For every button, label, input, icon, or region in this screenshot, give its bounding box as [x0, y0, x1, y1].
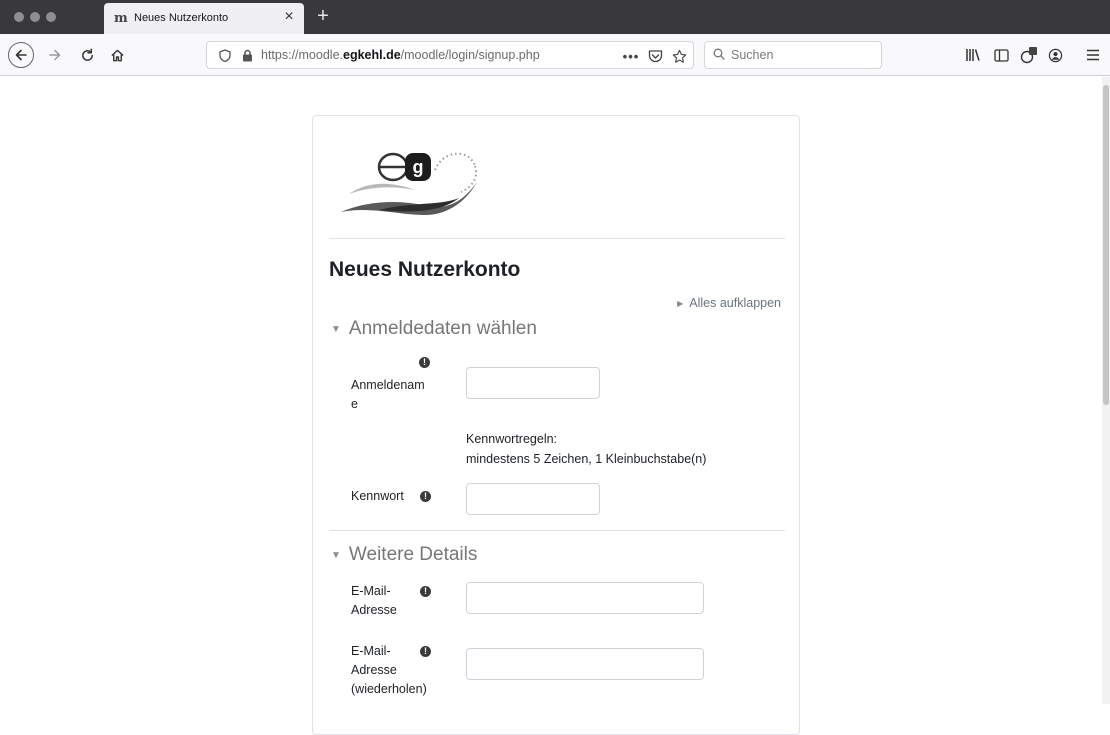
email-repeat-input[interactable]: [466, 648, 704, 680]
pocket-icon[interactable]: [645, 46, 665, 66]
reload-button[interactable]: [74, 42, 100, 68]
url-bar[interactable]: https://moodle.egkehl.de/moodle/login/si…: [206, 41, 694, 69]
arrow-right-icon: [49, 49, 61, 61]
required-icon[interactable]: !: [419, 357, 430, 368]
username-input[interactable]: [466, 367, 600, 399]
school-logo: g: [341, 152, 477, 215]
signup-card: g Neues Nutzerkonto ▶ Alles aufklappen ▼…: [312, 115, 800, 735]
home-icon: [110, 49, 124, 61]
page-viewport: g Neues Nutzerkonto ▶ Alles aufklappen ▼…: [0, 77, 1110, 735]
password-rules-text: mindestens 5 Zeichen, 1 Kleinbuchstabe(n…: [466, 452, 707, 466]
required-icon[interactable]: !: [420, 646, 431, 657]
home-button[interactable]: [104, 42, 130, 68]
lock-icon[interactable]: [239, 47, 255, 63]
required-icon[interactable]: !: [420, 491, 431, 502]
window-zoom-button[interactable]: [46, 12, 56, 22]
forward-button[interactable]: [42, 42, 68, 68]
extension-icon[interactable]: [1018, 44, 1040, 66]
chevron-down-icon: ▼: [331, 549, 341, 561]
menu-icon[interactable]: [1082, 44, 1104, 66]
url-text[interactable]: https://moodle.egkehl.de/moodle/login/si…: [261, 48, 540, 62]
tab-close-icon[interactable]: ×: [280, 8, 298, 26]
reload-icon: [81, 48, 93, 61]
password-label: Kennwort: [351, 489, 404, 503]
tab-title: Neues Nutzerkonto: [134, 12, 229, 24]
library-icon[interactable]: [962, 44, 984, 66]
section-details-title: Weitere Details: [348, 544, 478, 565]
username-label: Anmeldenam e: [351, 378, 425, 411]
sidebar-icon[interactable]: [990, 44, 1012, 66]
section-login-header[interactable]: ▼ Anmeldedaten wählen: [331, 318, 537, 340]
password-input[interactable]: [466, 483, 600, 515]
page-title: Neues Nutzerkonto: [329, 258, 521, 281]
browser-tab[interactable]: m Neues Nutzerkonto ×: [104, 3, 304, 34]
arrow-left-icon: [15, 49, 27, 61]
section-login-title: Anmeldedaten wählen: [348, 318, 537, 339]
header-divider: [329, 238, 785, 239]
section-details-header[interactable]: ▼ Weitere Details: [331, 544, 477, 566]
scrollbar-thumb[interactable]: [1103, 85, 1109, 405]
moodle-icon: m: [114, 11, 128, 26]
caret-right-icon: ▶: [677, 298, 684, 308]
shield-icon[interactable]: [217, 47, 233, 63]
email-input[interactable]: [466, 582, 704, 614]
browser-tab-bar: m Neues Nutzerkonto × +: [0, 0, 1110, 34]
required-icon[interactable]: !: [420, 586, 431, 597]
search-input[interactable]: Suchen: [704, 41, 882, 69]
section-divider: [329, 530, 785, 531]
email-label: E-Mail- Adresse: [351, 584, 397, 617]
expand-all-label: Alles aufklappen: [689, 296, 781, 310]
email-repeat-label: E-Mail- Adresse (wiederholen): [351, 644, 427, 696]
scrollbar[interactable]: [1102, 77, 1110, 704]
browser-nav-bar: https://moodle.egkehl.de/moodle/login/si…: [0, 34, 1110, 76]
search-icon: [713, 48, 725, 63]
new-tab-button[interactable]: +: [312, 6, 334, 28]
bookmark-star-icon[interactable]: [669, 46, 689, 66]
svg-text:g: g: [413, 157, 424, 177]
back-button[interactable]: [8, 42, 34, 68]
chevron-down-icon: ▼: [331, 323, 341, 335]
password-rules: Kennwortregeln: mindestens 5 Zeichen, 1 …: [466, 429, 706, 469]
expand-all-link[interactable]: ▶ Alles aufklappen: [677, 296, 781, 310]
search-placeholder: Suchen: [731, 48, 774, 62]
window-close-button[interactable]: [14, 12, 24, 22]
password-rules-title: Kennwortregeln:: [466, 432, 558, 446]
account-icon[interactable]: [1044, 44, 1066, 66]
page-actions-icon[interactable]: •••: [621, 46, 641, 66]
window-minimize-button[interactable]: [30, 12, 40, 22]
